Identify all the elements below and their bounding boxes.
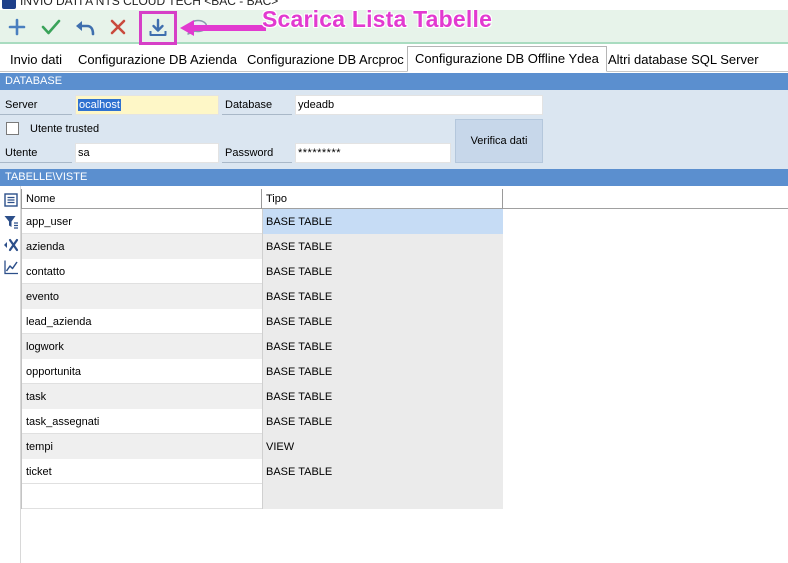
plus-icon xyxy=(8,18,26,36)
cell-tipo[interactable]: VIEW xyxy=(262,434,503,459)
undo-button[interactable] xyxy=(72,14,98,40)
cell-tipo[interactable]: BASE TABLE xyxy=(262,409,503,434)
table-row[interactable]: ticket BASE TABLE xyxy=(21,459,503,484)
cell-nome[interactable]: task xyxy=(21,384,262,409)
cell-tipo[interactable]: BASE TABLE xyxy=(262,384,503,409)
tab-bar: Invio dati Configurazione DB Azienda Con… xyxy=(0,46,788,72)
cell-nome[interactable]: app_user xyxy=(21,209,262,234)
cell-nome-empty[interactable] xyxy=(21,484,262,509)
cell-tipo[interactable]: BASE TABLE xyxy=(262,309,503,334)
cell-nome[interactable]: tempi xyxy=(21,434,262,459)
table-row[interactable]: tempi VIEW xyxy=(21,434,503,459)
cell-nome[interactable]: task_assegnati xyxy=(21,409,262,434)
list-icon[interactable] xyxy=(3,192,19,208)
new-row[interactable] xyxy=(21,484,503,509)
database-label: Database xyxy=(222,99,292,115)
table-row[interactable]: logwork BASE TABLE xyxy=(21,334,503,359)
cell-nome[interactable]: opportunita xyxy=(21,359,262,384)
confirm-button[interactable] xyxy=(38,14,64,40)
server-input[interactable]: ocalhost xyxy=(75,95,219,115)
password-input[interactable]: ********* xyxy=(295,143,451,163)
grid-header: Nome Tipo xyxy=(21,189,788,209)
undo-icon xyxy=(76,21,95,36)
grid-body: app_user BASE TABLE azienda BASE TABLE c… xyxy=(21,209,503,509)
cell-nome[interactable]: azienda xyxy=(21,234,262,259)
annotation-label: Scarica Lista Tabelle xyxy=(262,6,493,32)
column-header-nome[interactable]: Nome xyxy=(21,189,262,209)
cell-nome[interactable]: contatto xyxy=(21,259,262,284)
server-label: Server xyxy=(0,99,72,115)
database-input[interactable]: ydeadb xyxy=(295,95,543,115)
table-row[interactable]: opportunita BASE TABLE xyxy=(21,359,503,384)
column-header-tipo[interactable]: Tipo xyxy=(262,189,503,209)
server-value: ocalhost xyxy=(78,99,121,111)
cell-tipo[interactable]: BASE TABLE xyxy=(262,234,503,259)
tables-grid: Nome Tipo app_user BASE TABLE azienda BA… xyxy=(21,189,788,563)
cell-tipo[interactable]: BASE TABLE xyxy=(262,334,503,359)
cell-nome[interactable]: ticket xyxy=(21,459,262,484)
table-row[interactable]: task_assegnati BASE TABLE xyxy=(21,409,503,434)
window-title: INVIO DATI A NTS CLOUD TECH <BAC - BAC> xyxy=(20,0,279,8)
user-input[interactable]: sa xyxy=(75,143,219,163)
tab-config-db-arcproc[interactable]: Configurazione DB Arcproc xyxy=(243,50,408,72)
close-icon xyxy=(110,19,126,35)
tab-invio-dati[interactable]: Invio dati xyxy=(6,50,66,72)
check-icon xyxy=(41,19,61,35)
cell-nome[interactable]: logwork xyxy=(21,334,262,359)
cell-nome[interactable]: evento xyxy=(21,284,262,309)
tab-config-db-azienda[interactable]: Configurazione DB Azienda xyxy=(74,50,241,72)
cell-tipo[interactable]: BASE TABLE xyxy=(262,459,503,484)
download-button[interactable] xyxy=(139,11,177,45)
tab-altri-database[interactable]: Altri database SQL Server xyxy=(604,50,763,72)
table-row[interactable]: contatto BASE TABLE xyxy=(21,259,503,284)
download-icon xyxy=(149,18,167,36)
password-label: Password xyxy=(222,147,292,163)
app-logo xyxy=(2,0,16,9)
verify-data-button[interactable]: Verifica dati xyxy=(455,119,543,163)
user-label: Utente xyxy=(0,147,72,163)
cell-tipo-empty[interactable] xyxy=(262,484,503,509)
table-row[interactable]: lead_azienda BASE TABLE xyxy=(21,309,503,334)
table-row[interactable]: azienda BASE TABLE xyxy=(21,234,503,259)
clear-filter-icon[interactable] xyxy=(3,237,19,253)
add-button[interactable] xyxy=(4,14,30,40)
cell-tipo[interactable]: BASE TABLE xyxy=(262,209,503,234)
table-row[interactable]: task BASE TABLE xyxy=(21,384,503,409)
database-section-header: DATABASE xyxy=(0,73,788,90)
cell-tipo[interactable]: BASE TABLE xyxy=(262,284,503,309)
cell-tipo[interactable]: BASE TABLE xyxy=(262,259,503,284)
cancel-button[interactable] xyxy=(105,14,131,40)
annotation-arrow-icon xyxy=(180,20,266,36)
trusted-user-label: Utente trusted xyxy=(30,123,100,135)
tables-section-header: TABELLE\VISTE xyxy=(0,169,788,186)
table-row[interactable]: evento BASE TABLE xyxy=(21,284,503,309)
cell-tipo[interactable]: BASE TABLE xyxy=(262,359,503,384)
chart-icon[interactable] xyxy=(3,259,19,275)
trusted-user-checkbox[interactable] xyxy=(6,122,19,135)
filter-icon[interactable] xyxy=(3,214,19,230)
cell-nome[interactable]: lead_azienda xyxy=(21,309,262,334)
tab-config-db-offline-ydea[interactable]: Configurazione DB Offline Ydea xyxy=(407,46,607,72)
table-row[interactable]: app_user BASE TABLE xyxy=(21,209,503,234)
